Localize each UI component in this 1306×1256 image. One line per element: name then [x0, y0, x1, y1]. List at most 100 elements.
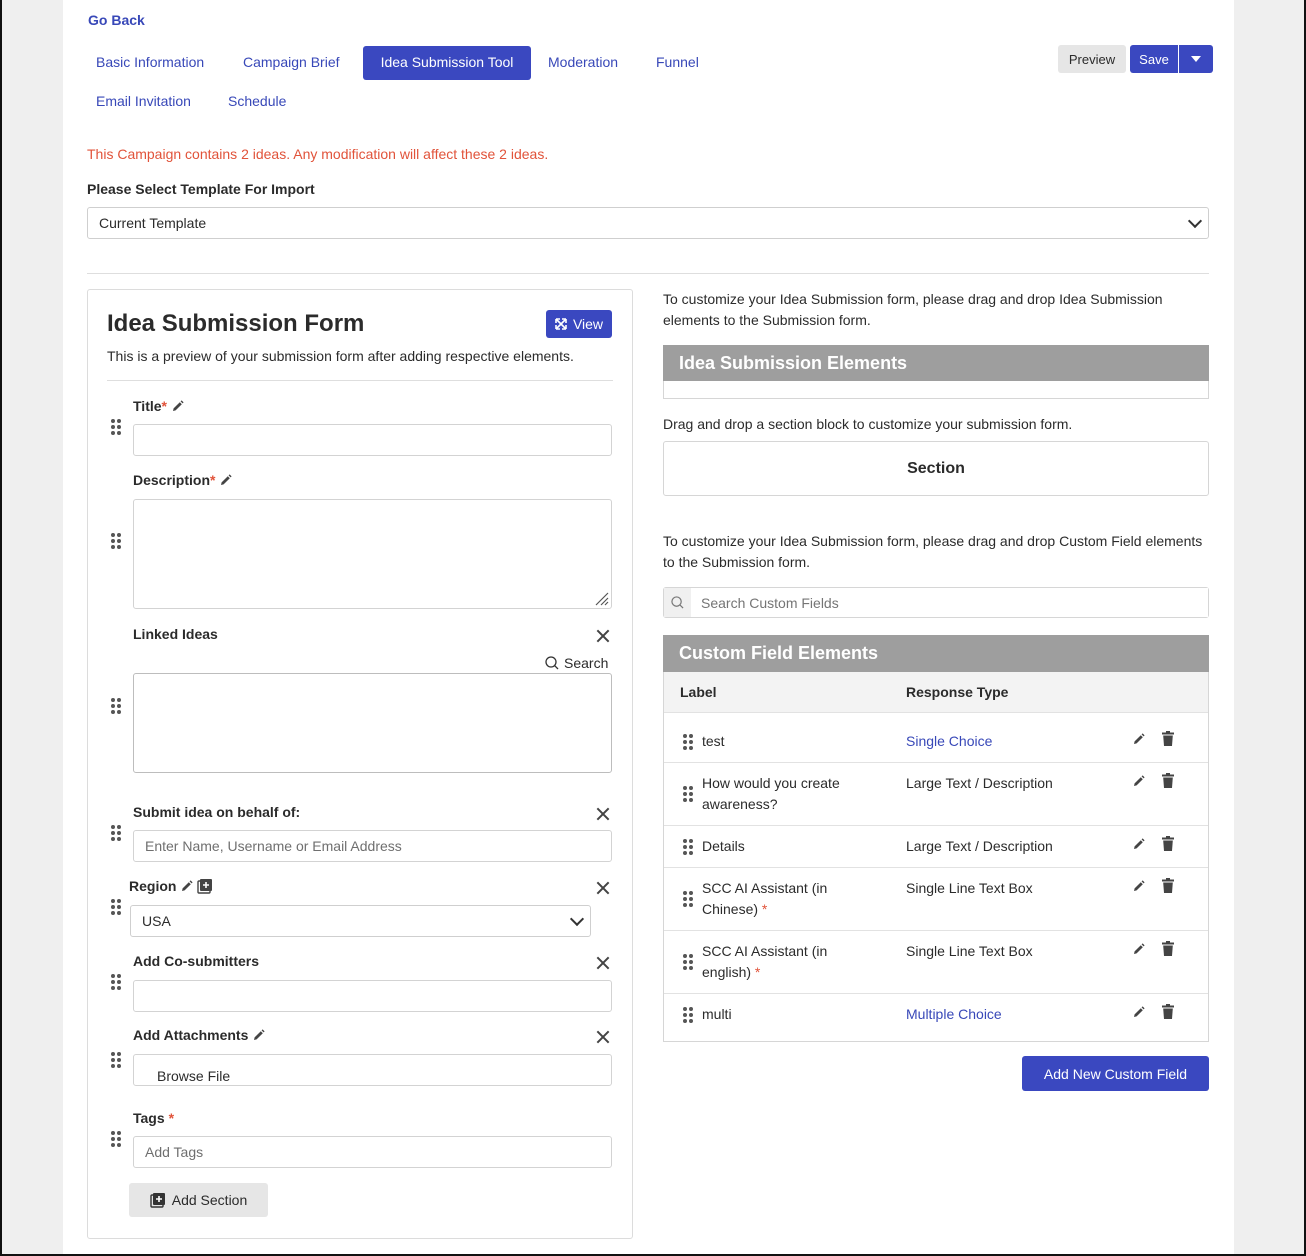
trash-icon[interactable]: [1162, 878, 1174, 893]
tags-label-text: Tags: [133, 1110, 165, 1126]
drag-handle-icon[interactable]: [683, 734, 693, 750]
add-section-label: Add Section: [171, 1192, 248, 1208]
custom-field-search: [663, 587, 1209, 618]
close-icon[interactable]: [596, 881, 610, 895]
expand-icon: [555, 318, 567, 330]
custom-field-row[interactable]: SCC AI Assistant (in Chinese) * Single L…: [664, 867, 1208, 930]
chevron-down-icon: [1187, 213, 1203, 229]
tab-funnel[interactable]: Funnel: [643, 46, 712, 78]
preview-button[interactable]: Preview: [1058, 45, 1126, 73]
custom-field-type: Single Line Text Box: [906, 880, 1033, 896]
required-mark: *: [161, 398, 167, 414]
tab-idea-submission-tool[interactable]: Idea Submission Tool: [363, 46, 531, 80]
behalf-label: Submit idea on behalf of:: [133, 804, 301, 820]
close-icon[interactable]: [596, 629, 610, 643]
custom-field-row[interactable]: SCC AI Assistant (in english) * Single L…: [664, 930, 1208, 993]
cosubmitters-label: Add Co-submitters: [133, 953, 259, 969]
close-icon[interactable]: [596, 1030, 610, 1044]
trash-icon[interactable]: [1162, 773, 1174, 788]
pencil-icon[interactable]: [252, 1028, 265, 1042]
resize-handle-icon[interactable]: [593, 590, 609, 606]
modification-warning: This Campaign contains 2 ideas. Any modi…: [87, 146, 549, 162]
pencil-icon[interactable]: [1132, 775, 1145, 788]
custom-field-row[interactable]: How would you create awareness? Large Te…: [664, 762, 1208, 825]
close-icon[interactable]: [596, 807, 610, 821]
attachments-field-label: Add Attachments: [133, 1027, 265, 1043]
idea-submission-elements-header: Idea Submission Elements: [663, 345, 1209, 381]
idea-submission-elements-list: [663, 381, 1209, 399]
template-select[interactable]: Current Template: [87, 207, 1209, 239]
drag-handle-icon[interactable]: [111, 899, 121, 915]
custom-field-row[interactable]: Details Large Text / Description: [664, 825, 1208, 867]
pencil-icon[interactable]: [1132, 880, 1145, 893]
trash-icon[interactable]: [1162, 941, 1174, 956]
tab-schedule[interactable]: Schedule: [215, 85, 299, 117]
pencil-icon[interactable]: [219, 473, 233, 487]
pencil-icon[interactable]: [180, 879, 194, 893]
attachments-label-text: Add Attachments: [133, 1027, 249, 1043]
save-button[interactable]: Save: [1130, 45, 1178, 73]
drag-handle-icon[interactable]: [111, 1131, 121, 1147]
drag-handle-icon[interactable]: [683, 1007, 693, 1023]
search-label: Search: [564, 655, 609, 671]
behalf-input[interactable]: Enter Name, Username or Email Address: [133, 830, 612, 862]
trash-icon[interactable]: [1162, 731, 1174, 746]
pencil-icon[interactable]: [1132, 733, 1145, 746]
cosubmitters-input[interactable]: [133, 980, 612, 1012]
tab-campaign-brief[interactable]: Campaign Brief: [230, 46, 353, 78]
linked-ideas-box[interactable]: [133, 673, 612, 773]
chevron-down-icon: [569, 911, 585, 927]
view-button[interactable]: View: [546, 310, 612, 338]
view-button-label: View: [572, 316, 604, 332]
trash-icon[interactable]: [1162, 836, 1174, 851]
idea-submission-form-card: Idea Submission Form View This is a prev…: [87, 289, 633, 1239]
form-subtitle: This is a preview of your submission for…: [107, 348, 574, 364]
custom-field-type[interactable]: Single Choice: [906, 731, 992, 752]
pencil-icon[interactable]: [1132, 943, 1145, 956]
drag-handle-icon[interactable]: [111, 533, 121, 549]
drag-handle-icon[interactable]: [111, 1052, 121, 1068]
description-field-label: Description *: [133, 472, 233, 488]
title-input[interactable]: [133, 424, 612, 456]
pencil-icon[interactable]: [1132, 838, 1145, 851]
close-icon[interactable]: [596, 956, 610, 970]
save-options-dropdown[interactable]: [1179, 45, 1213, 73]
custom-field-search-input[interactable]: [691, 588, 1208, 617]
description-textarea[interactable]: [133, 499, 612, 609]
custom-field-label: Details: [702, 838, 745, 854]
go-back-link[interactable]: Go Back: [88, 12, 145, 28]
custom-field-row[interactable]: test Single Choice: [664, 712, 1208, 762]
tab-basic-information[interactable]: Basic Information: [83, 46, 217, 78]
custom-field-row[interactable]: multi Multiple Choice: [664, 993, 1208, 1039]
form-divider: [107, 380, 613, 381]
drag-handle-icon[interactable]: [683, 954, 693, 970]
drag-handle-icon[interactable]: [683, 786, 693, 802]
tab-email-invitation[interactable]: Email Invitation: [83, 85, 204, 117]
custom-field-type[interactable]: Multiple Choice: [906, 1004, 1002, 1025]
col-response-header: Response Type: [906, 684, 1009, 700]
pencil-icon[interactable]: [171, 399, 184, 413]
tab-moderation[interactable]: Moderation: [535, 46, 631, 78]
add-box-icon[interactable]: [197, 878, 213, 894]
linked-ideas-search[interactable]: Search: [545, 655, 608, 671]
custom-field-label: multi: [702, 1006, 732, 1022]
drag-handle-icon[interactable]: [111, 698, 121, 714]
section-block[interactable]: Section: [663, 441, 1209, 496]
custom-field-type: Large Text / Description: [906, 838, 1053, 854]
tags-input[interactable]: Add Tags: [133, 1136, 612, 1168]
drag-handle-icon[interactable]: [683, 891, 693, 907]
pencil-icon[interactable]: [1132, 1006, 1145, 1019]
custom-field-type: Single Line Text Box: [906, 943, 1033, 959]
browse-file-input[interactable]: Browse File: [133, 1054, 612, 1086]
add-new-custom-field-button[interactable]: Add New Custom Field: [1022, 1056, 1209, 1091]
title-label-text: Title: [133, 398, 162, 414]
trash-icon[interactable]: [1162, 1004, 1174, 1019]
drag-handle-icon[interactable]: [683, 839, 693, 855]
custom-field-label: SCC AI Assistant (in Chinese) *: [702, 878, 862, 920]
region-select[interactable]: USA: [130, 905, 591, 937]
add-section-button[interactable]: Add Section: [129, 1183, 268, 1217]
drag-handle-icon[interactable]: [111, 974, 121, 990]
drag-handle-icon[interactable]: [111, 825, 121, 841]
custom-field-table-header: Label Response Type: [664, 672, 1208, 712]
drag-handle-icon[interactable]: [111, 419, 121, 435]
